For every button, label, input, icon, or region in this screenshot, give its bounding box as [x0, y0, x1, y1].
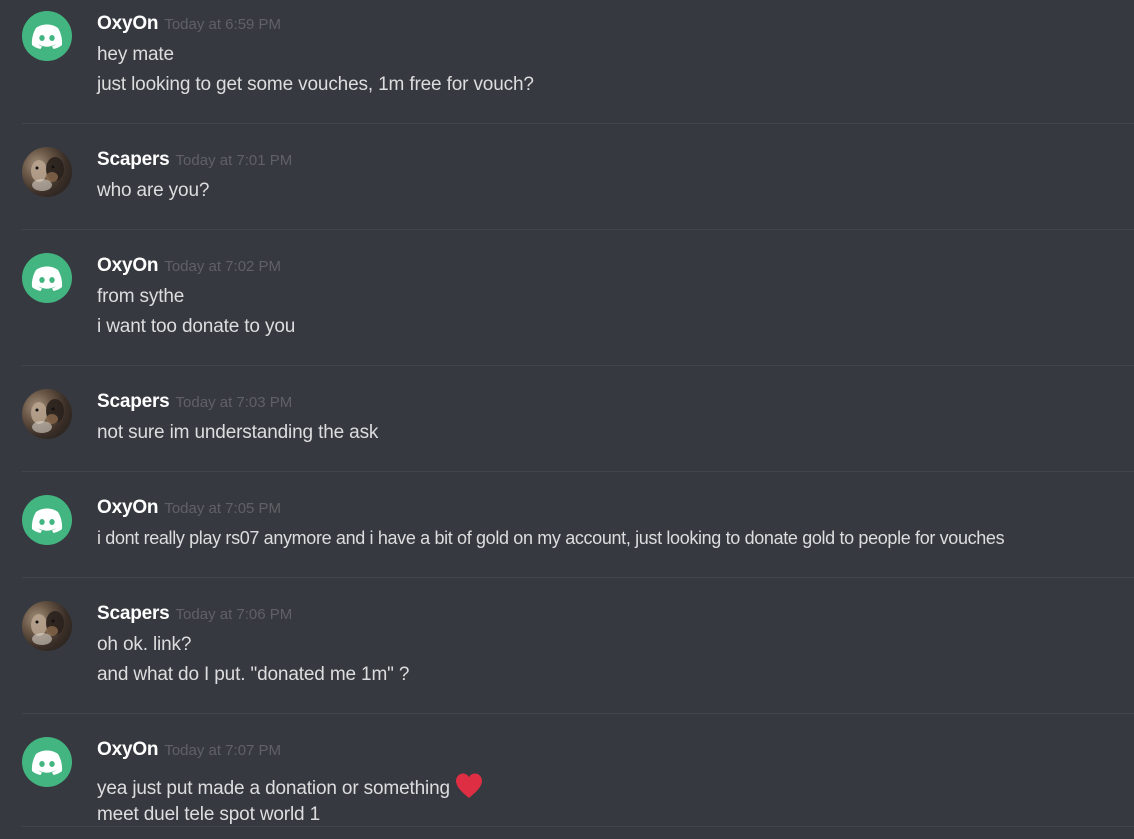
user-photo: [31, 157, 64, 191]
username[interactable]: Scapers: [97, 149, 170, 170]
message-header: Scapers Today at 7:03 PM: [97, 391, 292, 415]
avatar[interactable]: [22, 601, 72, 651]
message-text: not sure im understanding the ask: [97, 422, 379, 443]
message-header: Scapers Today at 7:06 PM: [97, 603, 292, 627]
message-divider: [22, 471, 1134, 472]
avatar[interactable]: [22, 253, 72, 303]
message-text: just looking to get some vouches, 1m fre…: [97, 74, 534, 95]
message-text: oh ok. link?: [97, 634, 192, 655]
message-text: meet duel tele spot world 1: [97, 804, 321, 825]
message-divider: [22, 365, 1134, 366]
discord-logo-icon: [31, 508, 63, 533]
message-text: yea just put made a donation or somethin…: [97, 778, 450, 799]
timestamp: Today at 7:05 PM: [164, 500, 282, 517]
message-divider: [22, 229, 1134, 230]
avatar[interactable]: [22, 147, 72, 197]
timestamp: Today at 7:03 PM: [175, 394, 293, 411]
message-text: hey mate: [97, 44, 174, 65]
message-list: OxyOn Today at 6:59 PM hey mate just look…: [0, 0, 1134, 839]
discord-logo-icon: [31, 750, 63, 775]
user-photo: [31, 399, 64, 433]
message-text: who are you?: [97, 180, 210, 201]
user-photo: [31, 611, 64, 645]
timestamp: Today at 7:01 PM: [175, 152, 293, 169]
avatar[interactable]: [22, 737, 72, 787]
message-header: OxyOn Today at 7:05 PM: [97, 497, 281, 521]
message-header: OxyOn Today at 7:07 PM: [97, 739, 281, 763]
message-header: OxyOn Today at 7:02 PM: [97, 255, 281, 279]
username[interactable]: Scapers: [97, 391, 170, 412]
message-divider: [22, 123, 1134, 124]
username[interactable]: OxyOn: [97, 255, 159, 276]
message-divider: [22, 577, 1134, 578]
message-text: i dont really play rs07 anymore and i ha…: [97, 528, 1005, 548]
timestamp: Today at 7:02 PM: [164, 258, 282, 275]
username[interactable]: Scapers: [97, 603, 170, 624]
avatar[interactable]: [22, 11, 72, 61]
heart-emoji: [454, 772, 484, 806]
timestamp: Today at 6:59 PM: [164, 16, 282, 33]
message-header: OxyOn Today at 6:59 PM: [97, 13, 281, 37]
message-divider: [22, 826, 1134, 827]
discord-logo-icon: [31, 266, 63, 291]
username[interactable]: OxyOn: [97, 13, 159, 34]
message-divider: [22, 713, 1134, 714]
discord-logo-icon: [31, 24, 63, 49]
username[interactable]: OxyOn: [97, 739, 159, 760]
message-text: from sythe: [97, 286, 185, 307]
avatar[interactable]: [22, 495, 72, 545]
username[interactable]: OxyOn: [97, 497, 159, 518]
message-line-with-emoji: yea just put made a donation or somethin…: [97, 772, 484, 806]
message-text: i want too donate to you: [97, 316, 296, 337]
timestamp: Today at 7:06 PM: [175, 606, 293, 623]
timestamp: Today at 7:07 PM: [164, 742, 282, 759]
message-header: Scapers Today at 7:01 PM: [97, 149, 292, 173]
message-text: and what do I put. "donated me 1m" ?: [97, 664, 410, 685]
avatar[interactable]: [22, 389, 72, 439]
